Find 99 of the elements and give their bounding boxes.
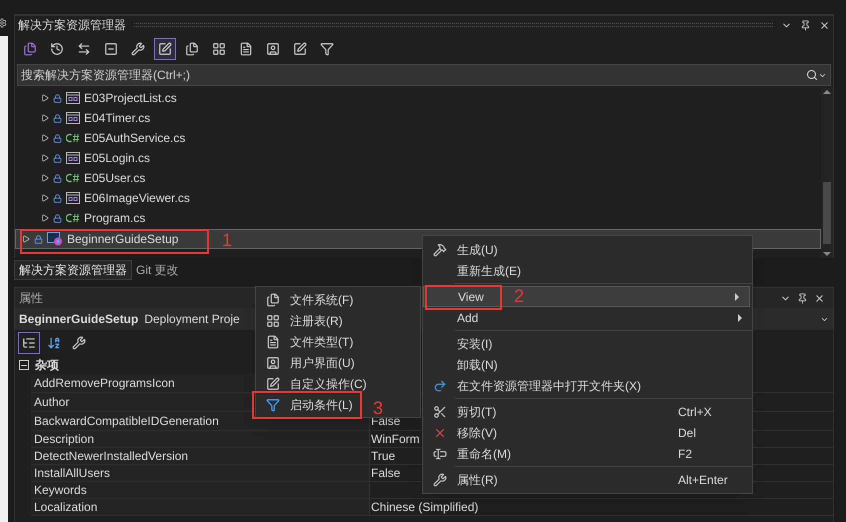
expand-icon[interactable] [41,214,49,222]
menu-item[interactable]: Add [423,307,752,328]
file-name: BeginnerGuideSetup [67,231,178,248]
object-type: Deployment Proje [144,311,240,328]
csharp-icon [66,173,80,183]
documents-icon [266,292,280,306]
expand-icon[interactable] [41,134,49,142]
form-icon [66,92,80,104]
menu-item[interactable]: 重新生成(E) [423,260,752,281]
panel-tab[interactable]: 解决方案资源管理器 [14,260,132,280]
file-name: E06ImageViewer.cs [84,190,190,207]
menu-item[interactable]: 安装(I) [423,333,752,354]
tree-item[interactable]: Program.cs [15,208,821,228]
step-number: 1 [222,229,232,252]
step-number: 3 [373,397,384,418]
csharp-icon [66,133,80,143]
expand-icon[interactable] [41,154,49,162]
form-icon [66,152,80,164]
file-name: E03ProjectList.cs [84,90,177,107]
filter-icon [266,398,280,412]
step-number: 2 [514,285,524,308]
lock-icon [53,134,62,142]
expand-icon[interactable] [22,235,30,243]
panel-tab[interactable]: Git 更改 [132,260,183,280]
menu-item[interactable]: 卸载(N) [423,354,752,375]
shortcut-label: Ctrl+X [678,404,713,420]
shortcut-label: Alt+Enter [678,472,729,488]
categorized-icon[interactable] [18,332,40,354]
tree-item[interactable]: E05Login.cs [15,148,821,168]
lock-icon [34,234,43,244]
lock-icon [53,94,62,102]
expand-icon[interactable] [41,194,49,202]
pin-icon[interactable] [800,20,811,30]
file-name: E05Login.cs [84,150,150,167]
property-value: WinForm [370,431,420,448]
lock-icon [53,194,62,202]
panel-title: 解决方案资源管理器 [18,17,126,34]
gear-icon[interactable] [0,18,7,28]
menu-item[interactable]: 用户界面(U) [256,352,359,373]
property-name: InstallAllUsers [31,465,370,481]
csharp-icon [66,213,80,223]
menu-item[interactable]: 注册表(R) [256,310,347,331]
menu-item[interactable]: 剪切(T) Ctrl+X [423,401,752,422]
scrollbar[interactable] [821,88,833,258]
menu-item[interactable]: 重命名(M) F2 [423,443,752,464]
form-icon [66,192,80,204]
lock-icon [53,154,62,162]
object-name: BeginnerGuideSetup [19,311,138,328]
document-icon [266,334,280,348]
menu-item[interactable]: 文件系统(F) [256,289,358,310]
search-input[interactable]: 搜索解决方案资源管理器(Ctrl+;) [21,66,806,84]
tree-item[interactable]: E05User.cs [15,168,821,188]
property-name: Description [31,431,370,447]
file-name: Program.cs [84,210,146,227]
search-field[interactable]: 搜索解决方案资源管理器(Ctrl+;) [17,64,831,86]
file-name: E05User.cs [84,170,146,187]
pencil-document-icon [266,376,280,390]
user-document-icon [266,356,280,370]
tree-item[interactable]: E03ProjectList.cs [15,88,821,108]
collapse-toggle-icon[interactable] [19,360,29,370]
expand-icon[interactable] [41,114,49,122]
tree-item[interactable]: E04Timer.cs [15,108,821,128]
expand-icon[interactable] [41,94,49,102]
menu-item[interactable]: 文件类型(T) [256,331,358,352]
pin-icon[interactable] [797,292,808,304]
menu-item[interactable]: 属性(R) Alt+Enter [423,469,752,490]
hammer-icon [433,242,447,256]
close-icon[interactable] [819,20,830,30]
shortcut-label: F2 [678,446,694,462]
property-value: True [370,448,396,465]
file-name: E05AuthService.cs [84,130,186,147]
preview-icon[interactable] [154,38,176,60]
setup-project-icon [47,232,63,246]
tree-item[interactable]: E06ImageViewer.cs [15,188,821,208]
property-value: False [370,465,400,482]
category-label: 杂项 [35,357,59,374]
property-name: Localization [31,499,370,515]
property-value: Chinese (Simplified) [370,499,478,516]
lock-icon [53,174,62,182]
menu-item[interactable]: 移除(V) Del [423,422,752,443]
rename-icon [433,446,447,460]
menu-item[interactable]: 在文件资源管理器中打开文件夹(X) [423,375,752,396]
property-name: Keywords [31,482,370,498]
wrench-icon [433,472,447,486]
close-icon[interactable] [814,292,825,304]
lock-icon [53,114,62,122]
file-name: E04Timer.cs [84,110,150,127]
panel-title: 属性 [19,290,43,307]
tree-item[interactable]: E05AuthService.cs [15,128,821,148]
redo-arrow-icon [433,378,447,392]
scissors-icon [433,404,447,418]
property-name: DetectNewerInstalledVersion [31,448,370,464]
shortcut-label: Del [678,424,698,442]
grid-icon [266,314,280,328]
menu-item[interactable]: 自定义操作(C) [256,373,371,394]
search-icon[interactable] [806,69,818,81]
form-icon [66,112,80,124]
expand-icon[interactable] [41,174,49,182]
lock-icon [53,214,62,222]
